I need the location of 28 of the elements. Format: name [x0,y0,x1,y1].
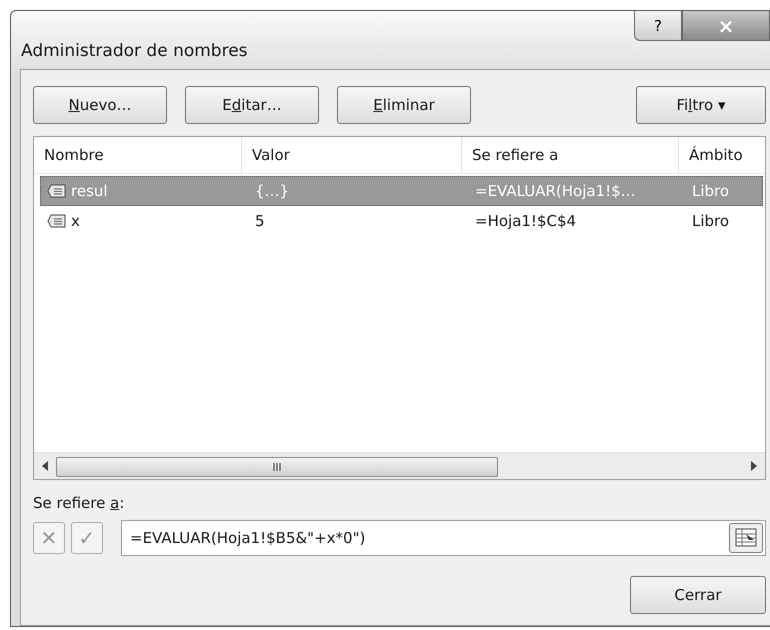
table-cell: resul [71,182,108,200]
name-row[interactable]: x 5 =Hoja1!$C$4 Libro [40,206,763,236]
toolbar-button[interactable]: Nuevo… [33,86,167,124]
table-cell: Libro [692,212,730,230]
collapse-dialog-icon[interactable] [729,523,763,553]
column-header[interactable]: Valor [242,137,462,173]
scrollbar-thumb[interactable] [56,457,498,477]
toolbar-button[interactable]: Editar… [185,86,319,124]
help-button[interactable]: ? [634,11,682,41]
column-header[interactable]: Nombre [34,137,242,173]
refers-to-field[interactable]: =EVALUAR(Hoja1!$B5&"+x*0") [121,520,766,556]
grip-icon [272,463,282,471]
table-cell: {…} [255,182,290,200]
filter-button[interactable]: Filtro ▾ [636,86,766,124]
table-cell: =EVALUAR(Hoja1!$… [475,182,636,200]
table-cell: Libro [692,182,730,200]
name-tag-icon [47,214,67,228]
table-cell: 5 [255,212,265,230]
close-dialog-button[interactable]: Cerrar [630,576,766,614]
toolbar-button[interactable]: Eliminar [337,86,471,124]
table-cell: =Hoja1!$C$4 [475,212,576,230]
column-header[interactable]: Se refiere a [462,137,679,173]
column-header[interactable]: Ámbito [679,137,765,173]
refers-to-label: Se refiere a: [33,494,126,512]
table-cell: x [71,212,80,230]
name-tag-icon [47,184,67,198]
window-title: Administrador de nombres [21,41,249,61]
horizontal-scrollbar[interactable] [34,452,765,479]
